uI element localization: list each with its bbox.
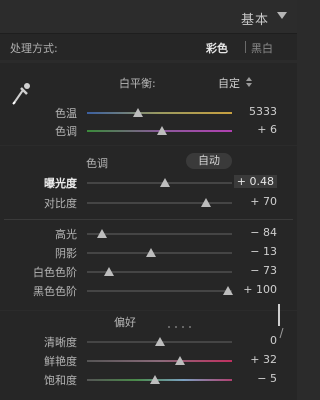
slider-label: 鲜艳度: [44, 355, 77, 368]
slider-value[interactable]: − 84: [250, 226, 277, 239]
slider-track[interactable]: [87, 229, 232, 238]
slider-row: 阴影 − 13: [0, 244, 297, 262]
slider-value[interactable]: − 73: [250, 264, 277, 277]
slider-row: 对比度 + 70: [0, 194, 297, 212]
slider-thumb[interactable]: [155, 337, 165, 346]
slider-row: 高光 − 84: [0, 225, 297, 243]
slider-value[interactable]: + 32: [250, 353, 277, 366]
slider-label: 饱和度: [44, 374, 77, 387]
slider-row: 鲜艳度 + 32: [0, 352, 297, 370]
slider-value[interactable]: + 0.48: [233, 175, 277, 188]
slider-value[interactable]: + 6: [257, 123, 277, 136]
slider-row: 黑色色阶 + 100: [0, 282, 297, 300]
slider-track[interactable]: [87, 126, 232, 135]
eyedropper-icon[interactable]: [11, 80, 31, 106]
slider-row: 曝光度 + 0.48: [0, 174, 297, 192]
slider-thumb[interactable]: [133, 108, 143, 117]
slider-value[interactable]: 5333: [249, 105, 277, 118]
slider-label: 对比度: [44, 197, 77, 210]
dotted-indicator: [168, 326, 192, 328]
slider-track[interactable]: [87, 178, 232, 187]
slider-track[interactable]: [87, 375, 232, 384]
slider-label: 白色色阶: [33, 266, 77, 279]
slider-thumb[interactable]: [97, 229, 107, 238]
basic-panel: 基本 处理方式: 彩色 黑白 白平衡: 自定 色温 5333 色调 + 6 色调 自动…: [0, 0, 297, 400]
slider-thumb[interactable]: [150, 375, 160, 384]
slider-track[interactable]: [87, 356, 232, 365]
slider-value[interactable]: − 5: [257, 372, 277, 385]
slider-thumb[interactable]: [104, 267, 114, 276]
auto-tone-button[interactable]: 自动: [186, 153, 232, 169]
slider-label: 阴影: [55, 247, 77, 260]
slider-label: 清晰度: [44, 336, 77, 349]
white-balance-label: 白平衡:: [119, 77, 156, 90]
slider-label: 色调: [55, 125, 77, 138]
slider-row: 饱和度 − 5: [0, 371, 297, 389]
treatment-separator: [245, 41, 246, 53]
slider-row: 白色色阶 − 73: [0, 263, 297, 281]
slider-label: 色温: [55, 107, 77, 120]
slider-track[interactable]: [87, 337, 232, 346]
presence-label: 偏好: [114, 316, 136, 329]
slider-thumb[interactable]: [146, 248, 156, 257]
treatment-bw-option[interactable]: 黑白: [251, 40, 273, 56]
select-arrows-icon[interactable]: [246, 77, 252, 87]
slider-value[interactable]: 0: [270, 334, 277, 347]
slider-value[interactable]: + 70: [250, 195, 277, 208]
slider-track[interactable]: [87, 286, 233, 295]
slider-thumb[interactable]: [175, 356, 185, 365]
tone-label: 色调: [86, 157, 108, 170]
panel-header[interactable]: 基本: [0, 0, 297, 34]
slider-track[interactable]: [87, 108, 232, 117]
treatment-label: 处理方式:: [10, 42, 58, 55]
slider-value[interactable]: − 13: [250, 245, 277, 258]
collapse-arrow-icon[interactable]: [277, 12, 287, 19]
treatment-row: 处理方式: 彩色 黑白: [0, 34, 297, 60]
slider-row: 色温 5333: [0, 104, 297, 122]
slider-thumb[interactable]: [223, 286, 233, 295]
slider-track[interactable]: [87, 248, 232, 257]
slider-thumb[interactable]: [201, 198, 211, 207]
panel-title: 基本: [240, 13, 269, 28]
slider-label: 曝光度: [44, 177, 77, 190]
slider-track[interactable]: [87, 198, 232, 207]
slider-label: 高光: [55, 228, 77, 241]
slider-thumb[interactable]: [160, 178, 170, 187]
slider-value[interactable]: + 100: [243, 283, 277, 296]
slider-label: 黑色色阶: [33, 285, 77, 298]
slider-thumb[interactable]: [157, 126, 167, 135]
tone-divider: [4, 219, 293, 220]
treatment-color-option[interactable]: 彩色: [206, 40, 228, 56]
slider-row: 色调 + 6: [0, 122, 297, 140]
slider-row: 清晰度 0: [0, 333, 297, 351]
slider-track[interactable]: [87, 267, 232, 276]
white-balance-select[interactable]: 自定: [218, 75, 240, 91]
